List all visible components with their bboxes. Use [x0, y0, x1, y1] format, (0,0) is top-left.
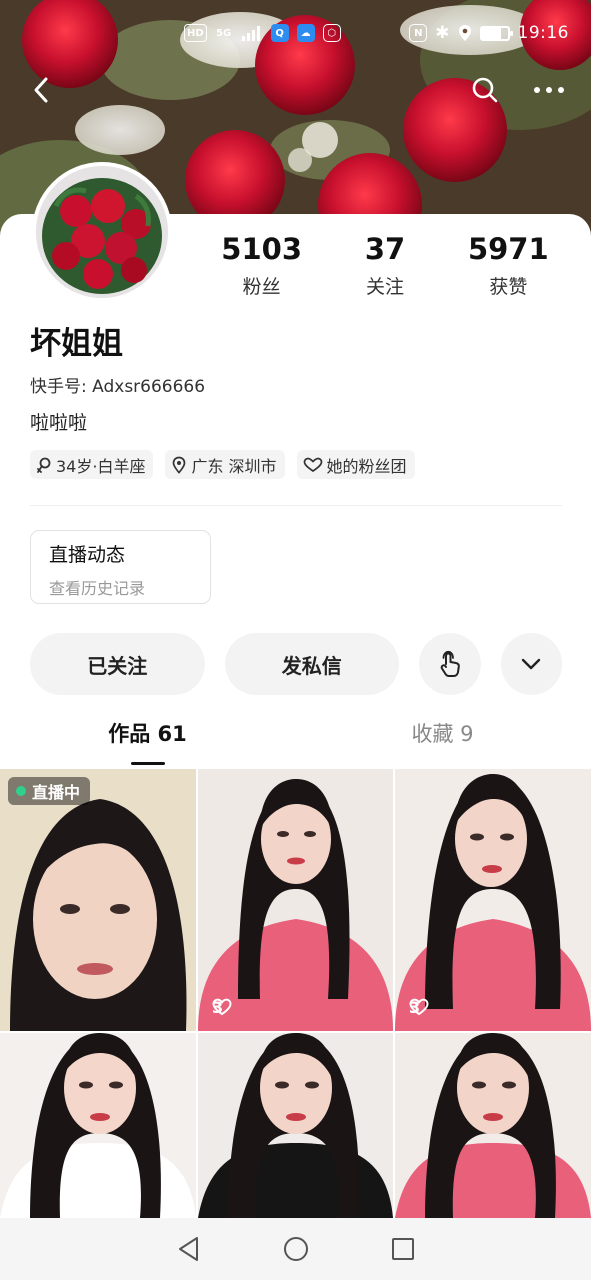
live-badge-text: 直播中 [32, 783, 81, 802]
followed-button[interactable]: 已关注 [30, 633, 205, 695]
profile-tags: 34岁·白羊座 广东 深圳市 她的粉丝团 [30, 450, 415, 479]
tab-active-underline [130, 762, 165, 765]
live-history-subtitle: 查看历史记录 [49, 579, 146, 598]
status-left: HD 5G Q ☁ ⬡ [184, 24, 341, 42]
stat-label: 获赞 [489, 276, 528, 298]
stat-value: 5103 [221, 232, 303, 266]
video-thumbnail [0, 769, 196, 1031]
system-back-button[interactable] [176, 1235, 202, 1263]
tag-age-text: 34岁·白羊座 [56, 456, 146, 476]
live-badge: 直播中 [8, 777, 91, 805]
tag-location: 广东 深圳市 [165, 450, 285, 479]
search-button[interactable] [471, 76, 499, 104]
more-dots-icon [534, 87, 564, 93]
stat-likes[interactable]: 5971 获赞 [447, 232, 570, 299]
video-tile[interactable]: 3 [395, 769, 591, 1031]
chevron-down-icon [522, 658, 541, 670]
nfc-icon: N [409, 24, 428, 42]
clock: 19:16 [517, 23, 569, 43]
more-button[interactable] [533, 86, 565, 94]
kuaishou-id[interactable]: 快手号: Adxsr666666 [30, 372, 205, 397]
top-nav [0, 68, 591, 112]
like-count: 3 [212, 998, 232, 1017]
tag-fan-club-text: 她的粉丝团 [326, 456, 407, 476]
battery-fill [481, 27, 501, 39]
avatar-roses-image [36, 166, 168, 298]
live-history-title: 直播动态 [49, 544, 126, 566]
top-nav-right [471, 76, 565, 104]
video-tile[interactable] [395, 1033, 591, 1218]
location-pin-icon [173, 456, 186, 474]
shield-app-icon: ⬡ [322, 24, 341, 42]
gender-female-icon [37, 457, 51, 473]
send-message-button[interactable]: 发私信 [224, 633, 400, 695]
fan-club-heart-icon [303, 457, 322, 472]
stat-value: 5971 [467, 232, 549, 266]
tab-favorites-label: 收藏 9 [411, 722, 474, 746]
profile-name: 坏姐姐 [30, 326, 123, 362]
circle-home-icon [283, 1237, 308, 1261]
tag-fan-club[interactable]: 她的粉丝团 [296, 450, 415, 479]
video-tile[interactable] [198, 1033, 393, 1218]
location-icon [458, 25, 471, 41]
video-thumbnail [198, 1033, 393, 1218]
like-count: 3 [409, 998, 429, 1017]
heart-icon [409, 998, 429, 1016]
live-dot [16, 786, 26, 796]
profile-stats: 5103 粉丝 37 关注 5971 获赞 [200, 232, 570, 299]
cloud-app-icon: ☁ [296, 24, 315, 42]
section-divider [30, 505, 562, 506]
system-home-button[interactable] [282, 1235, 310, 1263]
system-navigation-bar [0, 1218, 591, 1280]
system-recents-button[interactable] [390, 1236, 416, 1262]
video-thumbnail [395, 769, 591, 1031]
square-recents-icon [391, 1238, 414, 1260]
video-thumbnail [198, 769, 393, 1031]
search-icon [472, 77, 498, 103]
expand-button[interactable] [500, 633, 562, 695]
tab-favorites[interactable]: 收藏 9 [295, 718, 590, 768]
poke-button[interactable] [419, 633, 481, 695]
chevron-left-icon [34, 77, 48, 103]
live-history-card[interactable]: 直播动态 查看历史记录 [30, 530, 211, 604]
stat-value: 37 [364, 232, 406, 266]
video-tile[interactable] [0, 1033, 196, 1218]
signal-icon [241, 26, 260, 41]
search-app-icon: Q [270, 24, 289, 42]
video-thumbnail [0, 1033, 196, 1218]
video-tile[interactable]: 直播中 [0, 769, 196, 1031]
tab-works-label: 作品 61 [108, 722, 187, 746]
video-grid: 直播中 3 3 [0, 769, 591, 1218]
avatar[interactable] [32, 162, 172, 302]
triangle-back-icon [178, 1237, 198, 1261]
video-tile[interactable]: 3 [198, 769, 393, 1031]
bluetooth-icon: ✱ [435, 23, 450, 43]
tag-location-text: 广东 深圳市 [191, 456, 277, 476]
tag-age: 34岁·白羊座 [30, 450, 154, 479]
profile-bio: 啦啦啦 [30, 412, 88, 434]
network-type: 5G [216, 27, 232, 39]
video-thumbnail [395, 1033, 591, 1218]
battery-icon [479, 25, 513, 41]
profile-actions: 已关注 发私信 [30, 633, 562, 695]
back-button[interactable] [30, 75, 52, 105]
status-right: N ✱ 19:16 [409, 23, 569, 43]
finger-tap-icon [440, 650, 460, 677]
stat-following[interactable]: 37 关注 [323, 232, 446, 299]
stat-label: 关注 [365, 276, 404, 298]
status-bar: HD 5G Q ☁ ⬡ N ✱ 19:16 [0, 0, 591, 66]
tab-works[interactable]: 作品 61 [0, 718, 295, 768]
stat-fans[interactable]: 5103 粉丝 [200, 232, 323, 299]
hd-indicator: HD [184, 24, 207, 42]
content-tabs: 作品 61 收藏 9 [0, 718, 591, 768]
heart-icon [212, 998, 232, 1016]
stat-label: 粉丝 [242, 276, 281, 298]
